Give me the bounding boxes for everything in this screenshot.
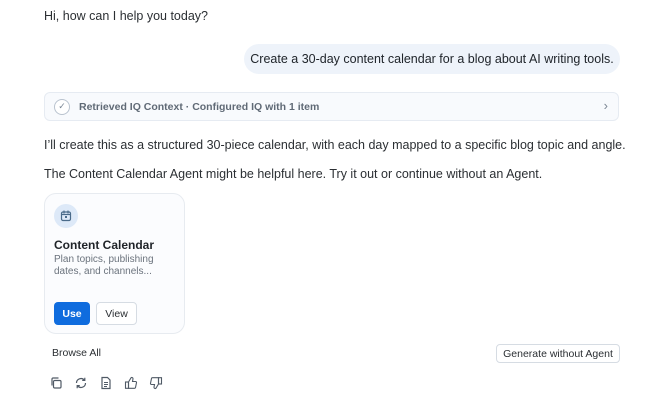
user-message-bubble: Create a 30-day content calendar for a b… <box>244 44 620 74</box>
assistant-response-line-2: The Content Calendar Agent might be help… <box>44 167 543 181</box>
thumbs-up-icon[interactable] <box>123 375 139 391</box>
context-label: Retrieved IQ Context · Configured IQ wit… <box>79 100 320 113</box>
check-icon: ✓ <box>54 98 70 115</box>
use-agent-button[interactable]: Use <box>54 302 90 325</box>
agent-title: Content Calendar <box>54 238 155 252</box>
assistant-greeting: Hi, how can I help you today? <box>44 9 208 23</box>
calendar-icon <box>54 204 78 228</box>
thumbs-down-icon[interactable] <box>148 375 164 391</box>
regenerate-icon[interactable] <box>73 375 89 391</box>
message-actions <box>48 375 164 391</box>
agent-card-content-calendar[interactable]: Content Calendar Plan topics, publishing… <box>44 193 185 334</box>
document-icon[interactable] <box>98 375 114 391</box>
assistant-response-line-1: I’ll create this as a structured 30-piec… <box>44 138 626 152</box>
view-agent-button[interactable]: View <box>96 302 137 325</box>
chevron-right-icon[interactable]: › <box>604 98 608 113</box>
agent-description-line-2: dates, and channels... <box>54 266 152 277</box>
copy-icon[interactable] <box>48 375 64 391</box>
retrieved-context-bar[interactable]: ✓ Retrieved IQ Context · Configured IQ w… <box>44 92 619 121</box>
generate-without-agent-button[interactable]: Generate without Agent <box>496 344 620 363</box>
browse-all-link[interactable]: Browse All <box>52 347 101 359</box>
